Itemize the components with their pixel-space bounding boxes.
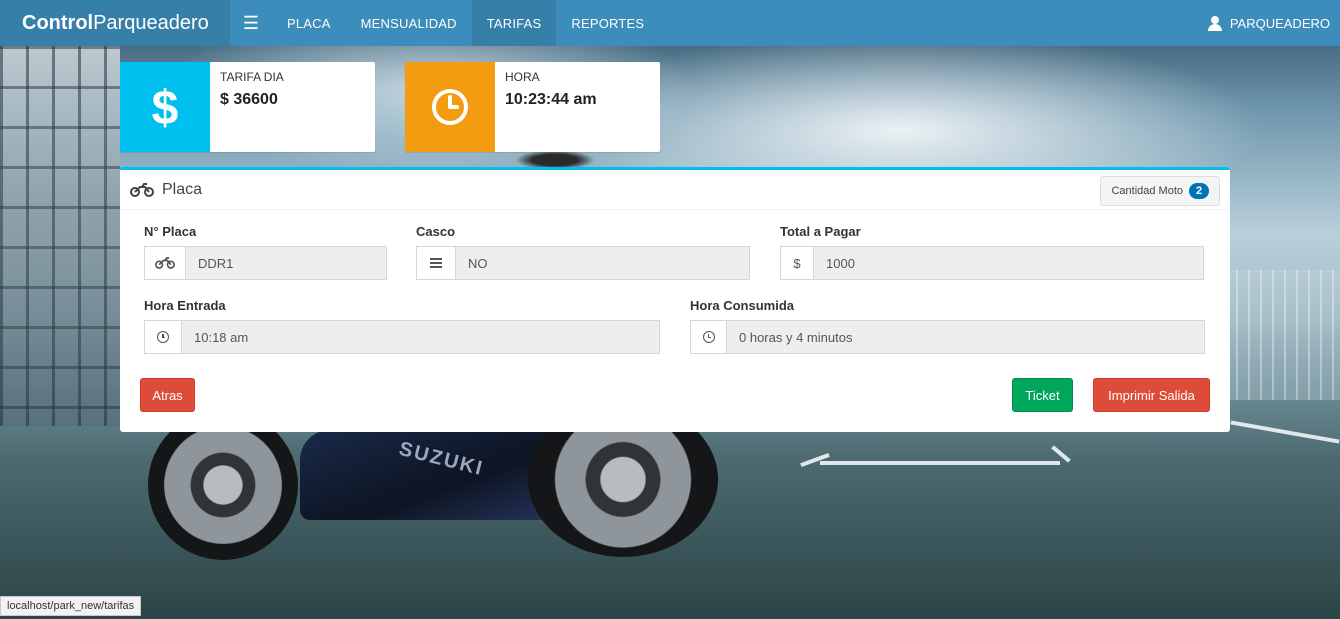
clock-icon — [157, 331, 169, 343]
dollar-addon: $ — [780, 246, 814, 280]
info-icon-container: $ — [120, 62, 210, 152]
field-casco: Casco NO — [416, 224, 750, 280]
info-value: $ 36600 — [220, 91, 278, 108]
user-name: PARQUEADERO — [1229, 15, 1330, 31]
list-icon — [430, 258, 442, 268]
field-label: Hora Entrada — [144, 298, 226, 313]
input-addon — [416, 246, 456, 280]
dollar-icon: $ — [793, 255, 801, 271]
input-addon — [144, 246, 186, 280]
input-group: 0 horas y 4 minutos — [690, 320, 1205, 354]
input-group: $ 1000 — [780, 246, 1204, 280]
hora-consumida-input[interactable]: 0 horas y 4 minutos — [727, 320, 1205, 354]
info-title: TARIFA DIA — [220, 70, 284, 84]
field-placa: N° Placa DDR1 — [144, 224, 387, 280]
nav-item-mensualidad[interactable]: MENSUALIDAD — [346, 0, 472, 46]
road-marking — [1230, 420, 1340, 444]
casco-input[interactable]: NO — [456, 246, 750, 280]
nav-item-tarifas[interactable]: TARIFAS — [471, 0, 557, 46]
info-value: 10:23:44 am — [505, 91, 597, 108]
input-addon — [144, 320, 182, 354]
brand-logo[interactable]: Control Parqueadero — [0, 0, 230, 46]
brand-light: Parqueadero — [93, 11, 209, 34]
total-input[interactable]: 1000 — [814, 246, 1204, 280]
placa-input[interactable]: DDR1 — [186, 246, 387, 280]
field-label: N° Placa — [144, 224, 197, 239]
svg-text:$: $ — [152, 82, 179, 132]
motorcycle-icon — [130, 183, 154, 197]
placa-panel: Placa Cantidad Moto 2 N° Placa DDR1 Casc… — [120, 167, 1230, 432]
user-icon — [1207, 15, 1222, 31]
field-label: Casco — [416, 224, 456, 239]
field-hora-consumida: Hora Consumida 0 horas y 4 minutos — [690, 298, 1205, 354]
atras-button[interactable]: Atras — [140, 378, 195, 412]
info-icon-container — [405, 62, 495, 152]
panel-header: Placa Cantidad Moto 2 — [120, 170, 1230, 210]
count-label: Cantidad Moto — [1111, 185, 1183, 197]
browser-status-url: localhost/park_new/tarifas — [0, 596, 142, 616]
brand-bold: Control — [22, 11, 94, 34]
panel-title: Placa — [130, 181, 202, 199]
info-box-hora: HORA 10:23:44 am — [405, 62, 660, 152]
input-addon — [690, 320, 727, 354]
info-title: HORA — [505, 70, 540, 84]
clock-icon — [432, 89, 468, 125]
field-total: Total a Pagar $ 1000 — [780, 224, 1204, 280]
hora-entrada-input[interactable]: 10:18 am — [182, 320, 660, 354]
input-group: 10:18 am — [144, 320, 660, 354]
dollar-icon: $ — [152, 82, 179, 132]
user-menu[interactable]: PARQUEADERO — [1207, 0, 1340, 46]
nav-item-reportes[interactable]: REPORTES — [556, 0, 659, 46]
info-box-tarifa: $ TARIFA DIA $ 36600 — [120, 62, 375, 152]
input-group: DDR1 — [144, 246, 387, 280]
road-marking — [820, 461, 1060, 465]
imprimir-salida-button[interactable]: Imprimir Salida — [1093, 378, 1210, 412]
clock-icon — [702, 331, 715, 343]
hamburger-icon: ☰ — [242, 12, 260, 33]
motorcycle-icon — [155, 257, 175, 269]
field-label: Hora Consumida — [690, 298, 795, 313]
ticket-button[interactable]: Ticket — [1012, 378, 1073, 412]
nav-item-placa[interactable]: PLACA — [272, 0, 346, 46]
count-badge: 2 — [1189, 183, 1209, 199]
field-label: Total a Pagar — [780, 224, 861, 239]
background-building — [0, 46, 120, 426]
field-hora-entrada: Hora Entrada 10:18 am — [144, 298, 660, 354]
cantidad-moto-button[interactable]: Cantidad Moto 2 — [1100, 176, 1220, 206]
panel-title-text: Placa — [162, 181, 203, 198]
motorcycle-rear-wheel — [148, 410, 298, 560]
input-group: NO — [416, 246, 750, 280]
top-navbar: Control Parqueadero ☰ PLACA MENSUALIDAD T… — [0, 0, 1340, 46]
sidebar-toggle-button[interactable]: ☰ — [230, 0, 272, 46]
